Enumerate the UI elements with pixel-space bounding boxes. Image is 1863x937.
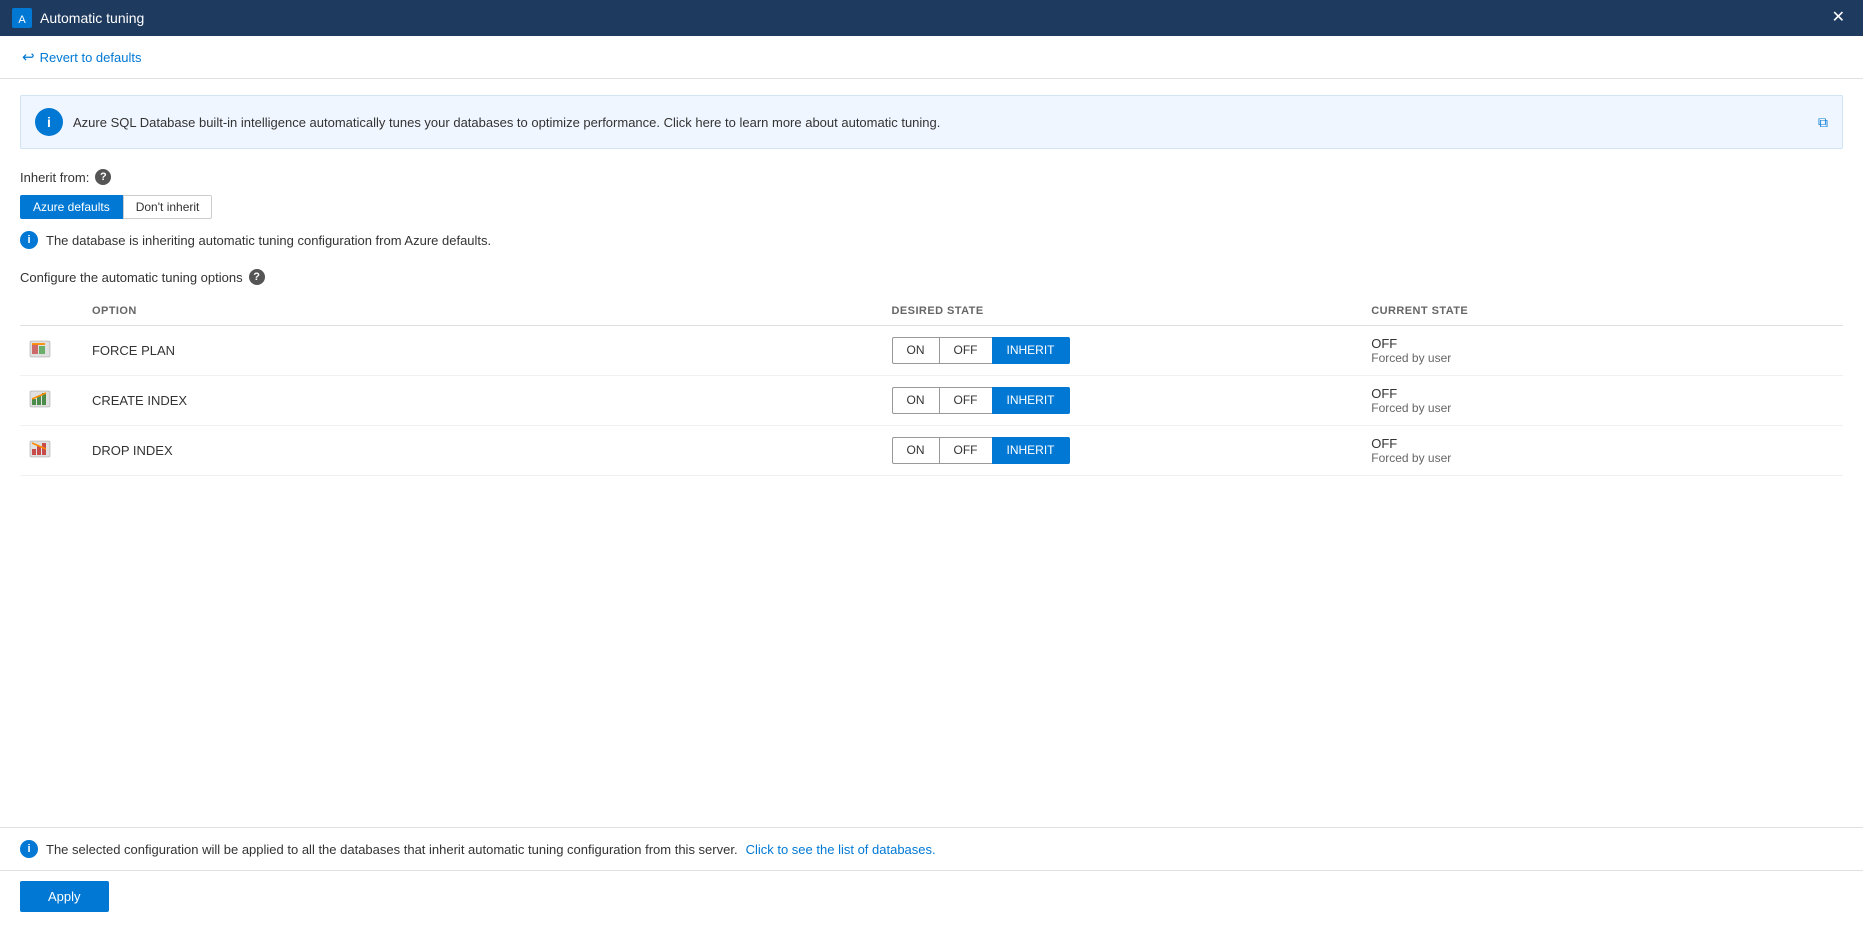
col-current-state: CURRENT STATE xyxy=(1363,299,1843,326)
apply-button[interactable]: Apply xyxy=(20,881,109,912)
drop-index-off-btn[interactable]: OFF xyxy=(939,437,992,464)
inherit-from-help-icon[interactable]: ? xyxy=(95,169,111,185)
drop-index-icon xyxy=(28,437,52,461)
revert-defaults-button[interactable]: ↩ Revert to defaults xyxy=(16,44,147,70)
external-link-icon[interactable]: ⧉ xyxy=(1818,114,1828,131)
revert-icon: ↩ xyxy=(22,48,35,66)
create-index-current-state: OFF Forced by user xyxy=(1363,376,1843,426)
create-index-desired-state: ON OFF INHERIT xyxy=(884,376,1364,426)
bottom-info-bar: i The selected configuration will be app… xyxy=(0,827,1863,870)
inherit-from-text: Inherit from: xyxy=(20,170,89,185)
create-index-toggle: ON OFF INHERIT xyxy=(892,387,1356,414)
force-plan-icon xyxy=(28,337,52,361)
drop-index-current-state: OFF Forced by user xyxy=(1363,426,1843,476)
inherit-info-icon: i xyxy=(20,231,38,249)
drop-index-inherit-btn[interactable]: INHERIT xyxy=(992,437,1070,464)
inherit-buttons-group: Azure defaults Don't inherit xyxy=(20,195,1843,219)
create-index-icon xyxy=(28,387,52,411)
azure-defaults-button[interactable]: Azure defaults xyxy=(20,195,123,219)
drop-index-desired-state: ON OFF INHERIT xyxy=(884,426,1364,476)
inherit-info-row: i The database is inheriting automatic t… xyxy=(20,231,1843,249)
col-icon xyxy=(20,299,84,326)
drop-index-icon-cell xyxy=(20,426,84,476)
title-bar-left: A Automatic tuning xyxy=(12,8,144,28)
bottom-info-text: The selected configuration will be appli… xyxy=(46,842,738,857)
col-desired-state: DESIRED STATE xyxy=(884,299,1364,326)
drop-index-toggle: ON OFF INHERIT xyxy=(892,437,1356,464)
table-row: FORCE PLAN ON OFF INHERIT OFF Forced by … xyxy=(20,326,1843,376)
info-banner: i Azure SQL Database built-in intelligen… xyxy=(20,95,1843,149)
create-index-on-btn[interactable]: ON xyxy=(892,387,939,414)
create-index-inherit-btn[interactable]: INHERIT xyxy=(992,387,1070,414)
main-content: i Azure SQL Database built-in intelligen… xyxy=(0,79,1863,827)
bottom-link[interactable]: Click to see the list of databases. xyxy=(746,842,936,857)
force-plan-icon-cell xyxy=(20,326,84,376)
bottom-info-icon: i xyxy=(20,840,38,858)
table-header-row: OPTION DESIRED STATE CURRENT STATE xyxy=(20,299,1843,326)
svg-text:A: A xyxy=(18,14,26,26)
force-plan-name: FORCE PLAN xyxy=(84,326,884,376)
configure-label: Configure the automatic tuning options ? xyxy=(20,269,1843,285)
close-button[interactable]: ✕ xyxy=(1826,6,1851,30)
col-option: OPTION xyxy=(84,299,884,326)
info-circle-icon: i xyxy=(35,108,63,136)
force-plan-current-state: OFF Forced by user xyxy=(1363,326,1843,376)
drop-index-on-btn[interactable]: ON xyxy=(892,437,939,464)
info-banner-text: Azure SQL Database built-in intelligence… xyxy=(73,115,940,130)
force-plan-off-btn[interactable]: OFF xyxy=(939,337,992,364)
revert-label: Revert to defaults xyxy=(40,50,142,65)
toolbar: ↩ Revert to defaults xyxy=(0,36,1863,79)
force-plan-on-btn[interactable]: ON xyxy=(892,337,939,364)
azure-icon: A xyxy=(12,8,32,28)
title-bar: A Automatic tuning ✕ xyxy=(0,0,1863,36)
create-index-off-btn[interactable]: OFF xyxy=(939,387,992,414)
create-index-name: CREATE INDEX xyxy=(84,376,884,426)
inherit-info-text: The database is inheriting automatic tun… xyxy=(46,233,491,248)
force-plan-toggle: ON OFF INHERIT xyxy=(892,337,1356,364)
dont-inherit-button[interactable]: Don't inherit xyxy=(123,195,213,219)
apply-bar: Apply xyxy=(0,870,1863,922)
drop-index-name: DROP INDEX xyxy=(84,426,884,476)
table-row: CREATE INDEX ON OFF INHERIT OFF Forced b… xyxy=(20,376,1843,426)
configure-label-text: Configure the automatic tuning options xyxy=(20,270,243,285)
title-bar-title: Automatic tuning xyxy=(40,10,144,26)
options-table: OPTION DESIRED STATE CURRENT STATE FORCE… xyxy=(20,299,1843,476)
info-banner-left: i Azure SQL Database built-in intelligen… xyxy=(35,108,940,136)
table-row: DROP INDEX ON OFF INHERIT OFF Forced by … xyxy=(20,426,1843,476)
configure-help-icon[interactable]: ? xyxy=(249,269,265,285)
force-plan-inherit-btn[interactable]: INHERIT xyxy=(992,337,1070,364)
inherit-from-label: Inherit from: ? xyxy=(20,169,1843,185)
create-index-icon-cell xyxy=(20,376,84,426)
force-plan-desired-state: ON OFF INHERIT xyxy=(884,326,1364,376)
